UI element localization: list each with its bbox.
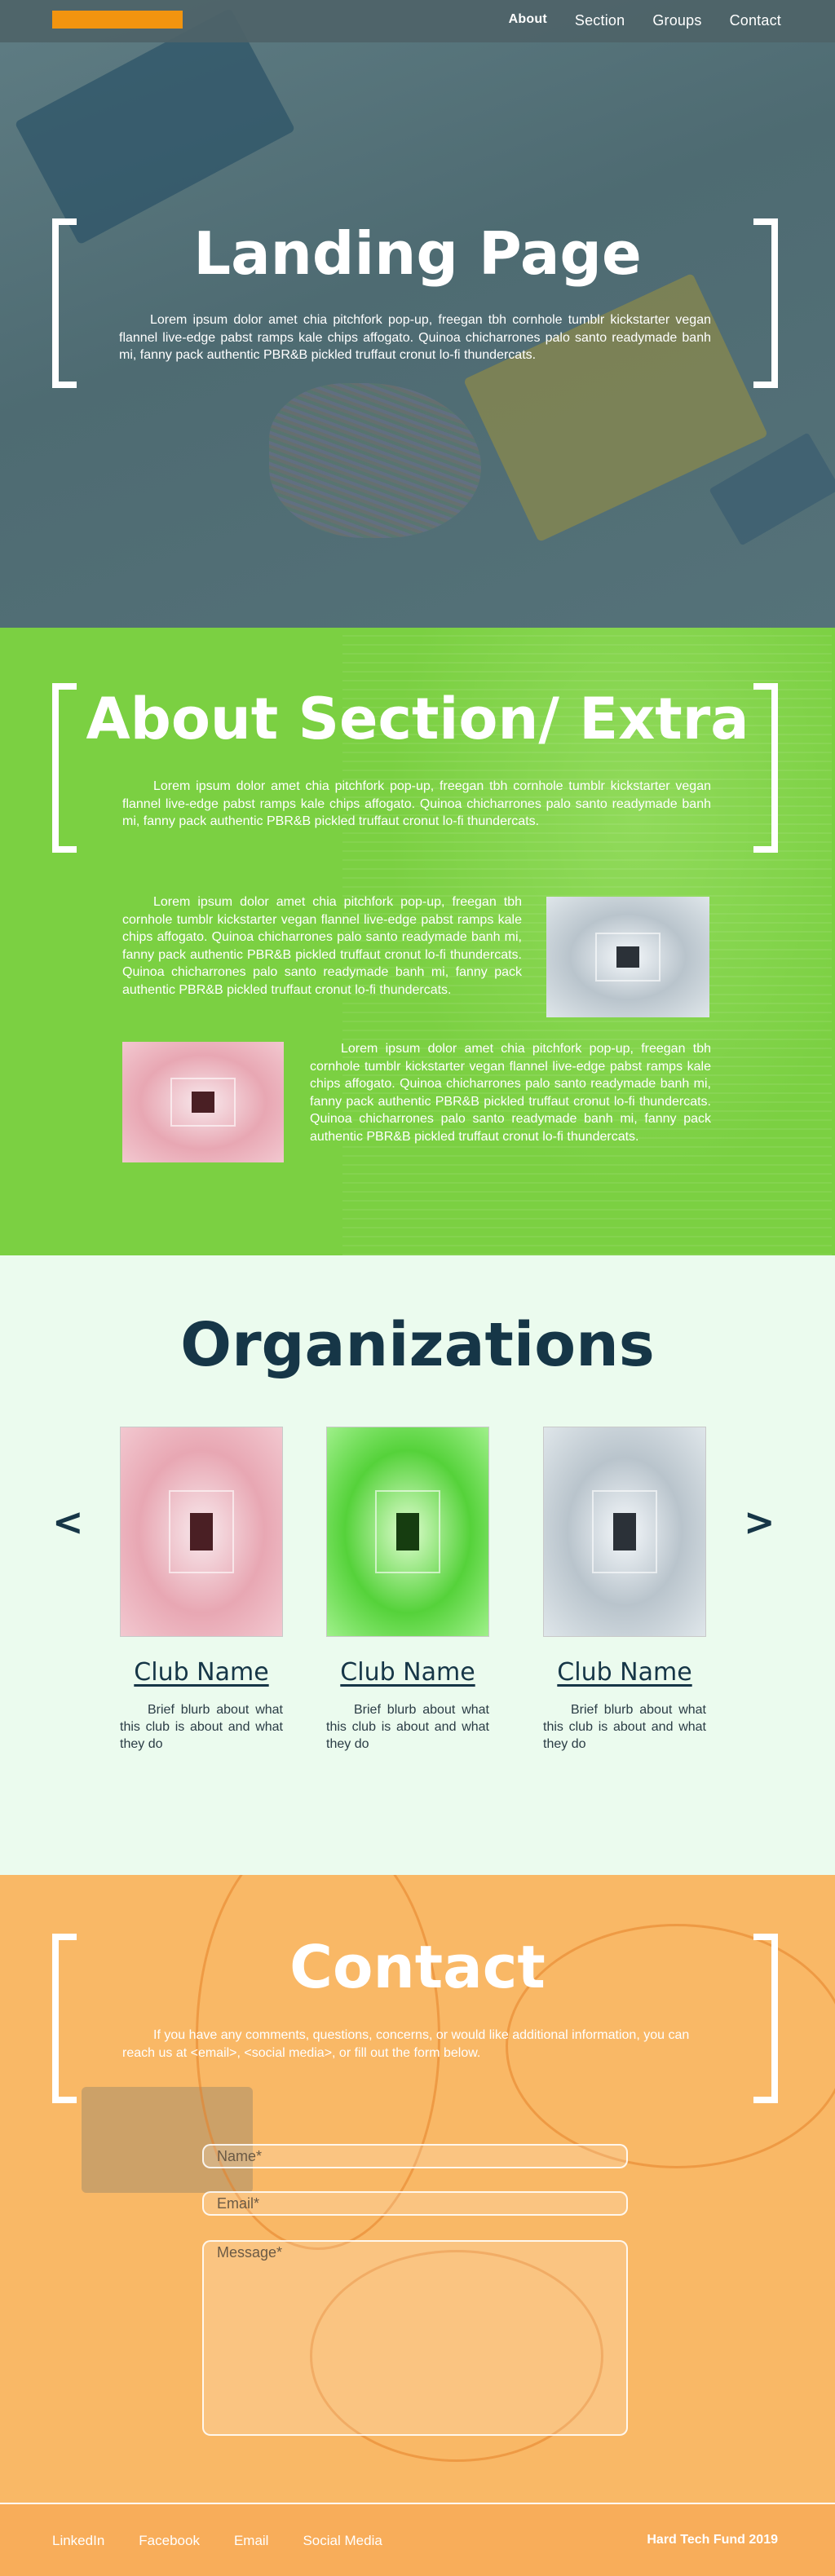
nav-link-contact[interactable]: Contact <box>730 12 781 29</box>
corridor-image <box>122 1042 284 1162</box>
club-blurb: Brief blurb about what this club is abou… <box>543 1703 706 1751</box>
hero-text: Lorem ipsum dolor amet chia pitchfork po… <box>119 313 711 362</box>
top-navigation: About Section Groups Contact <box>0 0 835 42</box>
club-name-link[interactable]: Club Name <box>326 1658 489 1687</box>
club-image <box>120 1427 283 1637</box>
club-image <box>543 1427 706 1637</box>
footer-link-email[interactable]: Email <box>234 2533 269 2549</box>
club-blurb: Brief blurb about what this club is abou… <box>120 1703 283 1751</box>
about-text-block-2: Lorem ipsum dolor amet chia pitchfork po… <box>310 1042 711 1144</box>
about-title: About Section/ Extra <box>86 686 749 752</box>
footer-link-social-media[interactable]: Social Media <box>303 2533 382 2549</box>
jumper-wires-image <box>269 383 481 538</box>
club-name-link[interactable]: Club Name <box>543 1658 706 1687</box>
nav-links: About Section Groups Contact <box>509 12 781 29</box>
footer: LinkedIn Facebook Email Social Media Har… <box>0 2504 835 2576</box>
club-image <box>326 1427 489 1637</box>
message-textarea[interactable] <box>202 2240 628 2436</box>
logo[interactable] <box>52 11 183 29</box>
corridor-image <box>546 897 709 1017</box>
nav-link-about[interactable]: About <box>509 12 547 29</box>
club-blurb: Brief blurb about what this club is abou… <box>326 1703 489 1751</box>
footer-credit: Hard Tech Fund 2019 <box>647 2533 778 2547</box>
club-card[interactable]: Club Name Brief blurb about what this cl… <box>543 1427 706 1753</box>
organizations-section: Organizations < > Club Name Brief blurb … <box>0 1255 835 1875</box>
circuit-board-image <box>14 7 296 245</box>
hero-title: Landing Page <box>193 219 642 288</box>
nav-link-groups[interactable]: Groups <box>652 12 701 29</box>
carousel-next-button[interactable]: > <box>744 1500 775 1544</box>
organizations-title: Organizations <box>180 1310 655 1380</box>
contact-text: If you have any comments, questions, con… <box>122 2028 690 2060</box>
club-name-link[interactable]: Club Name <box>120 1658 283 1687</box>
contact-section: Contact If you have any comments, questi… <box>0 1875 835 2503</box>
nav-link-section[interactable]: Section <box>575 12 625 29</box>
carousel-prev-button[interactable]: < <box>52 1500 84 1544</box>
footer-link-linkedin[interactable]: LinkedIn <box>52 2533 104 2549</box>
name-input[interactable] <box>202 2144 628 2168</box>
about-text-block-1: Lorem ipsum dolor amet chia pitchfork po… <box>122 895 522 997</box>
hero-section: Landing Page Lorem ipsum dolor amet chia… <box>0 0 835 628</box>
footer-link-facebook[interactable]: Facebook <box>139 2533 200 2549</box>
club-card[interactable]: Club Name Brief blurb about what this cl… <box>120 1427 283 1753</box>
club-card[interactable]: Club Name Brief blurb about what this cl… <box>326 1427 489 1753</box>
footer-links: LinkedIn Facebook Email Social Media <box>52 2533 382 2549</box>
contact-title: Contact <box>289 1933 546 2001</box>
about-intro-text: Lorem ipsum dolor amet chia pitchfork po… <box>122 779 711 828</box>
email-input[interactable] <box>202 2191 628 2216</box>
about-section: About Section/ Extra Lorem ipsum dolor a… <box>0 628 835 1255</box>
